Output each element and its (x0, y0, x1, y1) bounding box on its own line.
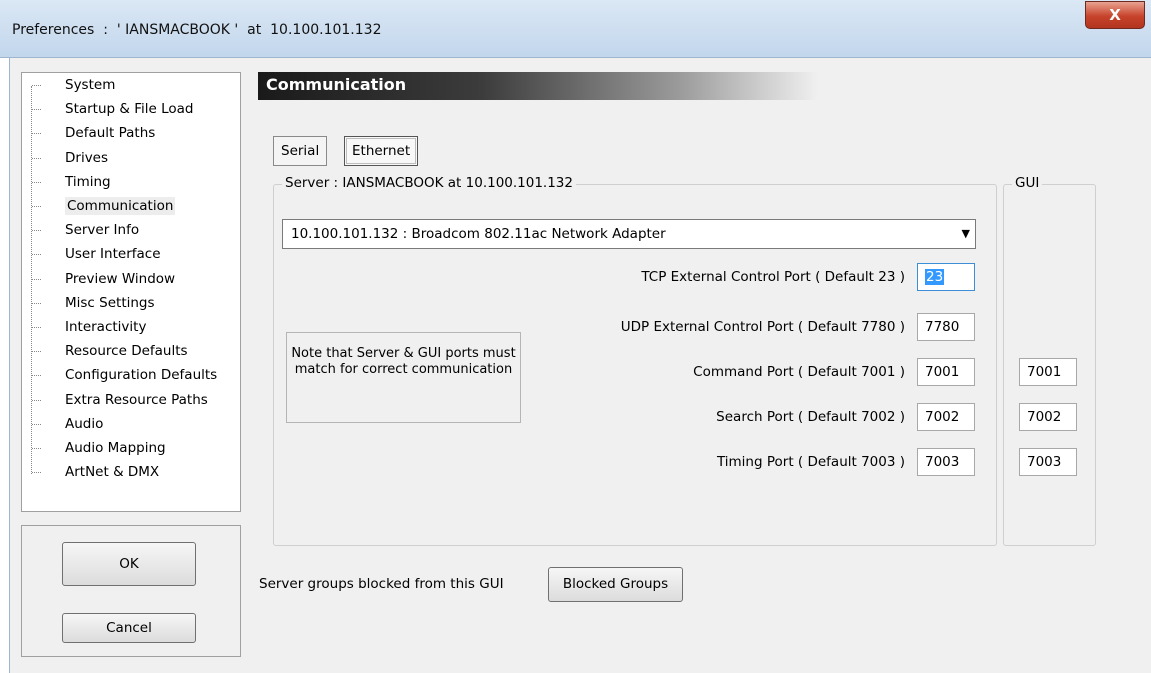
server-port-value: 7780 (925, 319, 960, 335)
tree-item-label: User Interface (65, 246, 161, 263)
tree-item-label: Drives (65, 149, 109, 166)
tree-connector-dash (32, 423, 41, 425)
network-adapter-select[interactable]: 10.100.101.132 : Broadcom 802.11ac Netwo… (282, 219, 976, 249)
server-port-input[interactable]: 7780 (917, 313, 975, 341)
tree-connector-dash (32, 109, 41, 111)
server-port-input[interactable]: 7001 (917, 358, 975, 386)
tree-connector-dash (32, 399, 41, 401)
tree-item-label: Timing (65, 173, 111, 190)
tree-item-label: Misc Settings (65, 294, 155, 311)
tree-connector-dash (32, 206, 41, 207)
close-button[interactable]: X (1085, 1, 1145, 29)
note-text: Note that Server & GUI ports must match … (291, 346, 516, 377)
tree-item[interactable]: User Interface (32, 244, 161, 265)
blocked-groups-label: Blocked Groups (562, 576, 669, 592)
blocked-groups-text: Server groups blocked from this GUI (259, 576, 504, 592)
port-label: UDP External Control Port ( Default 7780… (620, 319, 905, 335)
tree-connector-dash (32, 181, 41, 183)
server-port-value: 7002 (925, 409, 960, 425)
gui-port-value: 7002 (1027, 409, 1062, 425)
tree-item[interactable]: Resource Defaults (32, 341, 188, 362)
cancel-button[interactable]: Cancel (62, 613, 196, 643)
tree-item[interactable]: ArtNet & DMX (32, 462, 159, 483)
close-icon: X (1109, 6, 1121, 24)
tree-item[interactable]: Timing (32, 172, 111, 193)
tree-item-label: Communication (65, 197, 176, 215)
tree-item[interactable]: Drives (32, 148, 108, 169)
tree-item[interactable]: Default Paths (32, 123, 155, 144)
server-port-value: 7003 (925, 454, 960, 470)
window-title: Preferences : ' IANSMACBOOK ' at 10.100.… (12, 22, 382, 38)
tree-connector-dash (32, 254, 41, 256)
tree-item[interactable]: Configuration Defaults (32, 365, 217, 386)
tree-connector-dash (32, 448, 41, 449)
tree-item-label: Default Paths (65, 125, 156, 142)
server-port-input[interactable]: 23 (917, 263, 975, 291)
server-port-input[interactable]: 7002 (917, 403, 975, 431)
blocked-groups-button[interactable]: Blocked Groups (548, 567, 683, 602)
tree-item[interactable]: Preview Window (32, 269, 175, 290)
tree-item[interactable]: Misc Settings (32, 293, 155, 314)
tree-item-label: Resource Defaults (65, 343, 188, 360)
tree-item[interactable]: Startup & File Load (32, 99, 193, 120)
server-port-value: 23 (925, 269, 945, 285)
tree-item-label: Audio Mapping (65, 440, 166, 456)
tree-item-label: Audio (65, 415, 104, 432)
tree-item[interactable]: Extra Resource Paths (32, 390, 208, 411)
tree-item[interactable]: Communication (32, 196, 176, 217)
tree-item[interactable]: Server Info (32, 220, 139, 241)
gui-group-label: GUI (1012, 175, 1043, 191)
port-label: Search Port ( Default 7002 ) (716, 409, 905, 425)
gui-port-value: 7003 (1027, 454, 1062, 470)
tree-connector-dash (32, 472, 41, 474)
tree-item-label: System (65, 77, 116, 93)
tree-item-label: Startup & File Load (65, 101, 194, 118)
tree-connector-dash (32, 278, 41, 280)
tree-item-label: ArtNet & DMX (65, 464, 160, 481)
title-bar[interactable]: Preferences : ' IANSMACBOOK ' at 10.100.… (0, 0, 1151, 58)
tree-connector-dash (32, 85, 41, 86)
dropdown-arrow-icon[interactable]: ▼ (962, 220, 970, 248)
tree-item[interactable]: Audio Mapping (32, 438, 166, 459)
tree-connector-dash (32, 327, 41, 328)
gui-port-input[interactable]: 7001 (1019, 358, 1077, 386)
port-match-note: Note that Server & GUI ports must match … (286, 332, 521, 423)
tree-item[interactable]: Interactivity (32, 317, 146, 338)
tree-connector-dash (32, 351, 41, 353)
tab-serial[interactable]: Serial (273, 136, 328, 166)
tree-connector-dash (32, 302, 41, 304)
tab-serial-label: Serial (281, 143, 320, 159)
gui-port-input[interactable]: 7003 (1019, 448, 1077, 476)
ok-button[interactable]: OK (62, 542, 196, 586)
port-label: Command Port ( Default 7001 ) (693, 364, 905, 380)
server-port-value: 7001 (925, 364, 960, 380)
ok-button-label: OK (119, 556, 139, 572)
section-title: Communication (266, 75, 407, 94)
preferences-window: Preferences : ' IANSMACBOOK ' at 10.100.… (0, 0, 1151, 673)
tree-item[interactable]: System (32, 75, 115, 96)
server-port-input[interactable]: 7003 (917, 448, 975, 476)
tree-connector-dash (32, 375, 41, 377)
cancel-button-label: Cancel (106, 620, 152, 636)
tree-item-label: Preview Window (65, 270, 176, 287)
port-label: Timing Port ( Default 7003 ) (716, 454, 905, 470)
tree-connector-dash (32, 133, 41, 135)
tree-item-label: Server Info (65, 222, 140, 239)
section-header: Communication (258, 72, 818, 100)
port-label: TCP External Control Port ( Default 23 ) (641, 269, 905, 285)
tree-item-label: Extra Resource Paths (65, 391, 208, 408)
gui-port-input[interactable]: 7002 (1019, 403, 1077, 431)
tab-ethernet-label: Ethernet (352, 143, 411, 159)
network-adapter-value: 10.100.101.132 : Broadcom 802.11ac Netwo… (291, 226, 666, 242)
tree-item-label: Configuration Defaults (65, 367, 218, 384)
tree-connector-dash (32, 157, 41, 159)
tab-ethernet[interactable]: Ethernet (344, 136, 419, 166)
server-group-label: Server : IANSMACBOOK at 10.100.101.132 (282, 175, 576, 191)
gui-port-value: 7001 (1027, 364, 1062, 380)
tree-item-label: Interactivity (65, 319, 147, 335)
tree-connector-dash (32, 230, 41, 232)
tree-item[interactable]: Audio (32, 414, 103, 435)
